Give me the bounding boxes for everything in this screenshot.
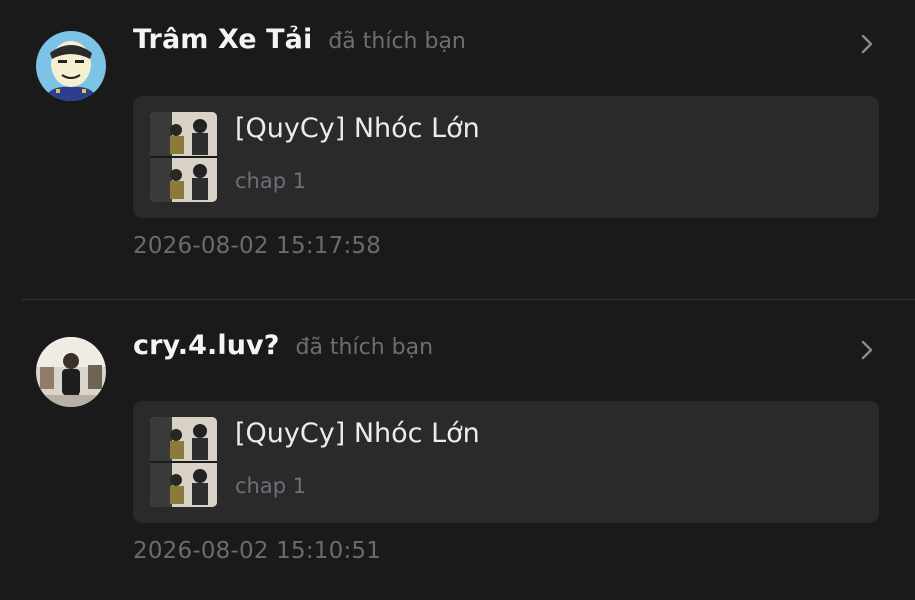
photo-avatar-icon <box>36 337 106 407</box>
card-title: [QuyCy] Nhóc Lớn <box>235 418 480 449</box>
manga-cover-thumbnail <box>150 417 217 507</box>
notification-feed: Trâm Xe Tải đã thích bạn [QuyCy] Nhóc Lớ… <box>0 0 915 600</box>
manga-cover-thumbnail <box>150 112 217 202</box>
content-card[interactable]: [QuyCy] Nhóc Lớn chap 1 <box>133 401 879 523</box>
timestamp: 2026-08-02 15:17:58 <box>133 233 382 259</box>
chevron-right-icon[interactable] <box>857 31 879 57</box>
action-text: đã thích bạn <box>295 335 434 360</box>
notification-header: cry.4.luv? đã thích bạn <box>133 330 433 361</box>
action-text: đã thích bạn <box>328 29 466 54</box>
notification-item[interactable]: Trâm Xe Tải đã thích bạn [QuyCy] Nhóc Lớ… <box>0 0 915 299</box>
username[interactable]: cry.4.luv? <box>133 330 279 361</box>
timestamp: 2026-08-02 15:10:51 <box>133 538 382 564</box>
cartoon-avatar-icon <box>36 31 106 101</box>
card-subtitle: chap 1 <box>235 169 307 193</box>
avatar[interactable] <box>36 337 106 407</box>
content-card[interactable]: [QuyCy] Nhóc Lớn chap 1 <box>133 96 879 218</box>
avatar[interactable] <box>36 31 106 101</box>
card-subtitle: chap 1 <box>235 474 307 498</box>
notification-item[interactable]: cry.4.luv? đã thích bạn [QuyCy] Nhóc Lớn… <box>0 300 915 600</box>
notification-header: Trâm Xe Tải đã thích bạn <box>133 24 466 55</box>
card-title: [QuyCy] Nhóc Lớn <box>235 113 480 144</box>
chevron-right-icon[interactable] <box>857 337 879 363</box>
username[interactable]: Trâm Xe Tải <box>133 24 312 55</box>
